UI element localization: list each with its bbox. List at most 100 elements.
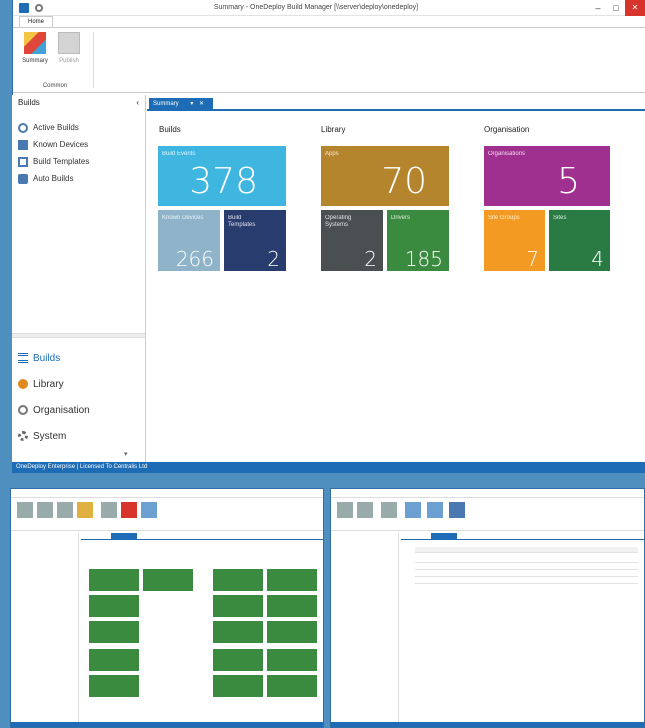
thumbnail-tab-bar xyxy=(81,533,323,540)
sidebar-item-active-builds[interactable]: Active Builds xyxy=(12,119,145,136)
nav-builds[interactable]: Builds xyxy=(12,345,145,371)
ribbon-tab-row: Home xyxy=(13,16,645,27)
section-title-builds: Builds xyxy=(159,125,181,134)
organisation-section: Organisation xyxy=(484,125,529,144)
sidebar: Builds ‹ Active Builds Known Devices Bui… xyxy=(12,95,146,462)
summary-ribbon-button[interactable]: Summary xyxy=(19,32,51,64)
maximize-button[interactable]: □ xyxy=(607,3,625,13)
tile-drivers[interactable]: Drivers 185 xyxy=(387,210,449,271)
summary-ribbon-label: Summary xyxy=(22,58,48,64)
thumb-tile xyxy=(213,649,263,671)
tile-operating-systems[interactable]: Operating Systems 2 xyxy=(321,210,383,271)
sidebar-title: Builds xyxy=(18,97,40,107)
thumb-ribbon-icon xyxy=(77,502,93,518)
sidebar-item-label: Active Builds xyxy=(33,123,79,132)
tile-sites[interactable]: Sites 4 xyxy=(549,210,610,271)
thumb-tile xyxy=(89,595,139,617)
sidebar-header: Builds ‹ xyxy=(12,95,145,109)
tile-site-groups[interactable]: Site Groups 7 xyxy=(484,210,545,271)
thumb-ribbon-icon xyxy=(405,502,421,518)
window-title: Summary - OneDeploy Build Manager [\\ser… xyxy=(213,4,419,11)
thumb-tile xyxy=(89,675,139,697)
nav-system[interactable]: System xyxy=(12,423,145,449)
thumb-tile xyxy=(267,649,317,671)
tile-label: Apps xyxy=(325,151,339,157)
auto-build-icon xyxy=(18,173,28,184)
main-content: Summary ▾ ✕ Builds Build Events 378 Know… xyxy=(147,95,645,462)
sidebar-item-label: Auto Builds xyxy=(33,174,74,183)
thumb-ribbon-icon xyxy=(357,502,373,518)
tile-value: 266 xyxy=(175,247,214,271)
tab-close-icon[interactable]: ✕ xyxy=(199,101,204,107)
tile-apps[interactable]: Apps 70 xyxy=(321,146,449,206)
tile-label: Sites xyxy=(553,215,567,221)
sidebar-item-build-templates[interactable]: Build Templates xyxy=(12,153,145,170)
thumbnail-ribbon xyxy=(11,497,323,531)
ribbon-group-label: Common xyxy=(42,83,68,89)
thumbnail-tab-bar xyxy=(401,533,644,540)
tab-home[interactable]: Home xyxy=(19,16,54,27)
nav-organisation[interactable]: Organisation xyxy=(12,397,145,423)
tile-organisations[interactable]: Organisations 5 xyxy=(484,146,610,206)
chevron-down-icon[interactable]: ▾ xyxy=(124,450,128,458)
nav-label: Library xyxy=(33,378,64,390)
title-bar: Summary - OneDeploy Build Manager [\\ser… xyxy=(13,0,645,16)
publish-icon xyxy=(58,32,80,54)
thumb-ribbon-icon xyxy=(17,502,33,518)
thumb-ribbon-icon xyxy=(427,502,443,518)
nav-label: System xyxy=(33,430,67,442)
thumbnail-sidebar xyxy=(11,533,79,725)
builds-nav-icon xyxy=(18,353,28,363)
thumb-grid-row xyxy=(415,571,638,577)
thumbnail-status-bar xyxy=(11,722,323,727)
settings-icon[interactable] xyxy=(35,3,43,12)
tile-label: Known Devices xyxy=(162,215,204,221)
sidebar-item-auto-builds[interactable]: Auto Builds xyxy=(12,170,145,187)
thumbnail-grid-view xyxy=(330,488,645,728)
tab-summary[interactable]: Summary ▾ ✕ xyxy=(149,98,213,111)
sidebar-item-known-devices[interactable]: Known Devices xyxy=(12,136,145,153)
thumb-ribbon-icon xyxy=(337,502,353,518)
builds-section: Builds xyxy=(159,125,181,144)
thumbnail-main xyxy=(401,533,644,725)
sidebar-item-label: Build Templates xyxy=(33,157,90,166)
tile-value: 4 xyxy=(591,247,604,271)
library-nav-icon xyxy=(18,379,28,389)
nav-library[interactable]: Library xyxy=(12,371,145,397)
tile-label: Organisations xyxy=(488,151,526,157)
thumbnail-ribbon xyxy=(331,497,644,531)
tile-value: 2 xyxy=(267,247,280,271)
tile-label: Build Templates xyxy=(228,215,256,228)
thumb-ribbon-icon xyxy=(449,502,465,518)
close-button[interactable]: ✕ xyxy=(625,0,645,16)
tile-label: Site Groups xyxy=(488,215,520,221)
section-title-organisation: Organisation xyxy=(484,125,530,134)
tile-build-templates[interactable]: Build Templates 2 xyxy=(224,210,286,271)
tile-build-events[interactable]: Build Events 378 xyxy=(158,146,286,206)
collapse-sidebar-button[interactable]: ‹ xyxy=(136,98,139,107)
thumb-grid-row xyxy=(415,547,638,553)
thumb-tile xyxy=(89,569,139,591)
tile-value: 7 xyxy=(526,247,539,271)
tile-label: Operating Systems xyxy=(325,215,352,228)
thumb-tile xyxy=(267,569,317,591)
thumb-grid-row xyxy=(415,578,638,584)
minimize-button[interactable]: – xyxy=(589,3,607,13)
thumb-tile xyxy=(213,595,263,617)
tile-value: 378 xyxy=(189,161,258,202)
thumbnail-title-bar xyxy=(331,489,644,497)
library-section: Library xyxy=(321,125,345,144)
thumb-ribbon-icon xyxy=(141,502,157,518)
publish-ribbon-label: Publish xyxy=(59,58,79,64)
thumb-ribbon-icon xyxy=(37,502,53,518)
tab-pin-icon[interactable]: ▾ xyxy=(190,101,193,107)
status-bar: OneDeploy Enterprise | Licensed To Centr… xyxy=(12,462,645,473)
tile-known-devices[interactable]: Known Devices 266 xyxy=(158,210,220,271)
sidebar-splitter[interactable] xyxy=(12,333,145,338)
tile-label: Drivers xyxy=(391,215,410,221)
publish-ribbon-button[interactable]: Publish xyxy=(53,32,85,64)
sidebar-nav: Builds Library Organisation System xyxy=(12,345,145,449)
thumb-ribbon-icon xyxy=(381,502,397,518)
tile-value: 70 xyxy=(381,161,427,202)
thumbnail-sidebar xyxy=(331,533,399,725)
